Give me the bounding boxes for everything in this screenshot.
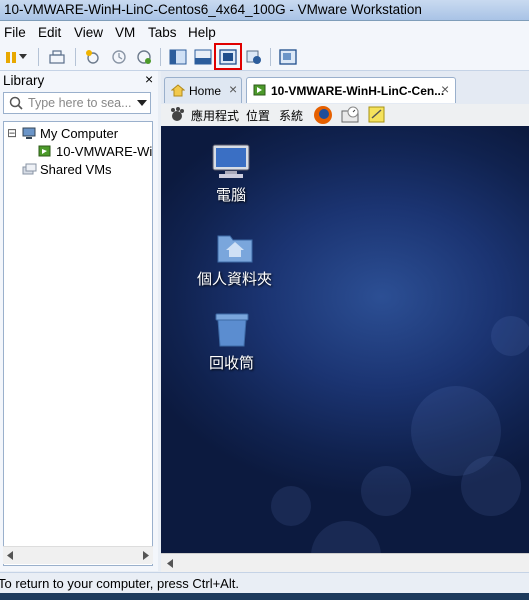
menu-help[interactable]: Help [188,25,216,40]
thumbnail-icon[interactable] [277,46,299,68]
library-panel: Library × Type here to sea... ⊟ My Compu… [0,71,158,571]
library-tree: ⊟ My Computer 10-VMWARE-Wi Shared VMs [3,121,153,566]
home-folder-icon [217,235,252,263]
tab-home-close-icon[interactable]: × [229,81,237,97]
gnome-foot-icon [171,107,184,121]
desktop-home-label: 個人資料夾 [197,271,273,288]
revert-snapshot-icon[interactable] [108,46,130,68]
home-icon [171,84,185,97]
tree-shared-vms[interactable]: Shared VMs [40,162,112,177]
search-placeholder: Type here to sea... [28,96,132,110]
menu-vm[interactable]: VM [115,25,135,40]
computer-icon [22,127,36,139]
snapshot-icon[interactable] [82,46,104,68]
guest-menu-applications[interactable]: 應用程式 [191,107,239,124]
desktop-home-folder[interactable]: 個人資料夾 [197,230,272,289]
scroll-right-icon[interactable] [143,551,149,560]
desktop-trash[interactable]: 回收筒 [209,312,254,373]
menu-edit[interactable]: Edit [38,25,61,40]
menu-file[interactable]: File [4,25,26,40]
guest-desktop[interactable]: 電腦 個人資料夾 回收筒 [161,126,529,553]
library-horizontal-scrollbar[interactable] [3,546,153,564]
tree-my-computer[interactable]: My Computer [40,126,118,141]
desktop-computer-label: 電腦 [215,187,246,204]
window-title: 10-VMWARE-WinH-LinC-Centos6_4x64_100G - … [4,2,422,17]
guest-menu-places[interactable]: 位置 [246,107,270,124]
menu-tabs[interactable]: Tabs [148,25,177,40]
desktop-computer[interactable]: 電腦 [211,144,251,205]
library-search-input[interactable]: Type here to sea... [3,92,151,114]
mail-client-icon[interactable] [341,106,361,124]
guest-menu-system[interactable]: 系統 [279,107,303,124]
unity-icon[interactable] [243,46,265,68]
status-bar: To return to your computer, press Ctrl+A… [0,572,529,593]
vm-scroll-left-icon[interactable] [167,559,173,568]
scroll-left-icon[interactable] [7,551,13,560]
search-dropdown-icon[interactable] [137,100,147,107]
library-title: Library [3,73,45,88]
trash-icon [215,313,248,347]
os-taskbar [0,593,529,600]
full-screen-highlight [214,43,242,70]
shared-vms-icon [22,163,37,175]
tree-vm-item[interactable]: 10-VMWARE-Wi [56,144,152,159]
vm-horizontal-scrollbar[interactable] [161,553,529,572]
vm-icon [38,145,51,157]
library-close-icon[interactable]: × [145,71,153,87]
tab-strip: Home × 10-VMWARE-WinH-LinC-Cen... × [161,71,529,104]
search-icon [9,96,23,110]
console-view-icon[interactable] [192,46,214,68]
send-ctrl-alt-del-icon[interactable] [46,46,68,68]
tab-vm-close-icon[interactable]: × [441,81,449,97]
firefox-icon[interactable] [313,105,333,125]
guest-top-panel: 應用程式 位置 系統 [161,104,529,127]
toolbar [0,44,529,71]
status-message: To return to your computer, press Ctrl+A… [0,576,239,591]
menu-bar: File Edit View VM Tabs Help [0,21,529,44]
desktop-trash-label: 回收筒 [209,355,255,372]
snapshot-manager-icon[interactable] [133,46,155,68]
computer-monitor-icon [212,144,250,178]
title-bar: 10-VMWARE-WinH-LinC-Centos6_4x64_100G - … [0,0,529,21]
tab-vm[interactable]: 10-VMWARE-WinH-LinC-Cen... × [246,77,456,103]
notes-icon[interactable] [368,106,386,124]
tab-home[interactable]: Home × [164,77,242,103]
vm-tab-icon [253,84,266,96]
dropdown-arrow-icon[interactable] [16,46,30,68]
menu-view[interactable]: View [74,25,103,40]
tab-vm-label: 10-VMWARE-WinH-LinC-Cen... [271,84,445,98]
tree-expander-icon[interactable]: ⊟ [7,126,17,140]
tab-home-label: Home [189,84,222,98]
library-view-icon[interactable] [167,46,189,68]
